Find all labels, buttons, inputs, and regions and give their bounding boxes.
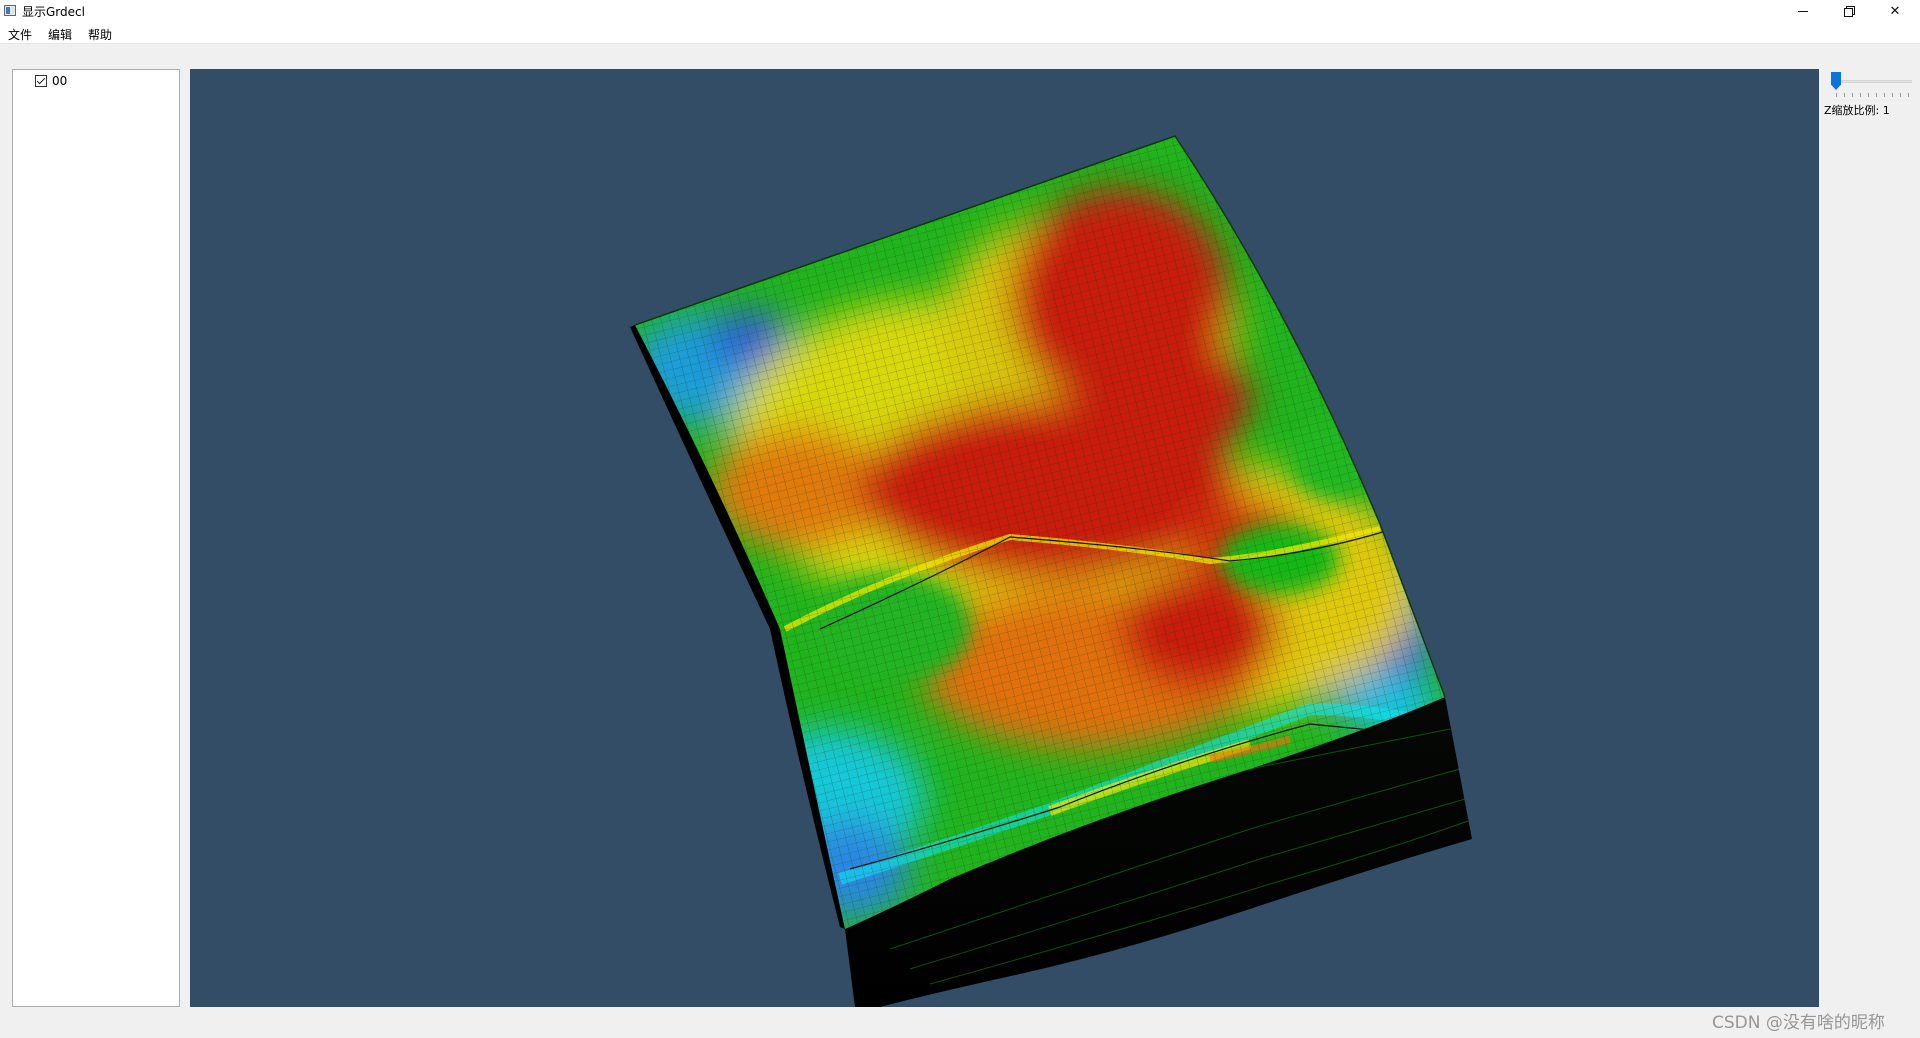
layer-checkbox[interactable]	[35, 75, 47, 87]
slider-tick	[1836, 93, 1837, 97]
tree-item[interactable]: 00	[35, 73, 67, 89]
slider-tick	[1876, 93, 1877, 97]
minimize-button[interactable]	[1780, 0, 1826, 22]
slider-tick	[1900, 93, 1901, 97]
app-icon	[4, 5, 16, 16]
menu-file[interactable]: 文件	[8, 26, 32, 43]
z-scale-label: Z缩放比例: 1	[1824, 104, 1890, 117]
z-scale-slider[interactable]	[1830, 72, 1914, 100]
menu-help[interactable]: 帮助	[88, 26, 112, 43]
window-title: 显示Grdecl	[22, 5, 85, 19]
tree-item-label: 00	[52, 74, 68, 88]
restore-icon	[1844, 6, 1855, 17]
title-bar[interactable]: 显示Grdecl ✕	[0, 0, 1920, 22]
slider-tick	[1860, 93, 1861, 97]
slider-tick	[1908, 93, 1909, 97]
minimize-icon	[1798, 10, 1808, 12]
3d-viewport[interactable]	[190, 69, 1819, 1007]
watermark: CSDN @没有啥的昵称	[1712, 1013, 1885, 1033]
slider-handle[interactable]	[1831, 72, 1841, 90]
slider-tick	[1852, 93, 1853, 97]
restore-button[interactable]	[1826, 0, 1872, 22]
slider-groove[interactable]	[1832, 80, 1912, 83]
right-control-panel: Z缩放比例: 1	[1820, 69, 1920, 1007]
menu-bar: 文件 编辑 帮助	[0, 22, 1920, 44]
close-icon: ✕	[1889, 3, 1901, 19]
slider-tick	[1844, 93, 1845, 97]
close-button[interactable]: ✕	[1872, 0, 1918, 22]
slider-tick	[1892, 93, 1893, 97]
app-window: 显示Grdecl ✕ 文件 编辑 帮助 00 Z缩放比例: 1 CSDN @没有…	[0, 0, 1920, 1038]
slider-tick	[1868, 93, 1869, 97]
grid-model-scene[interactable]	[190, 69, 1819, 1007]
layer-tree-panel[interactable]: 00	[12, 69, 180, 1007]
menu-edit[interactable]: 编辑	[48, 26, 72, 43]
slider-tick	[1884, 93, 1885, 97]
